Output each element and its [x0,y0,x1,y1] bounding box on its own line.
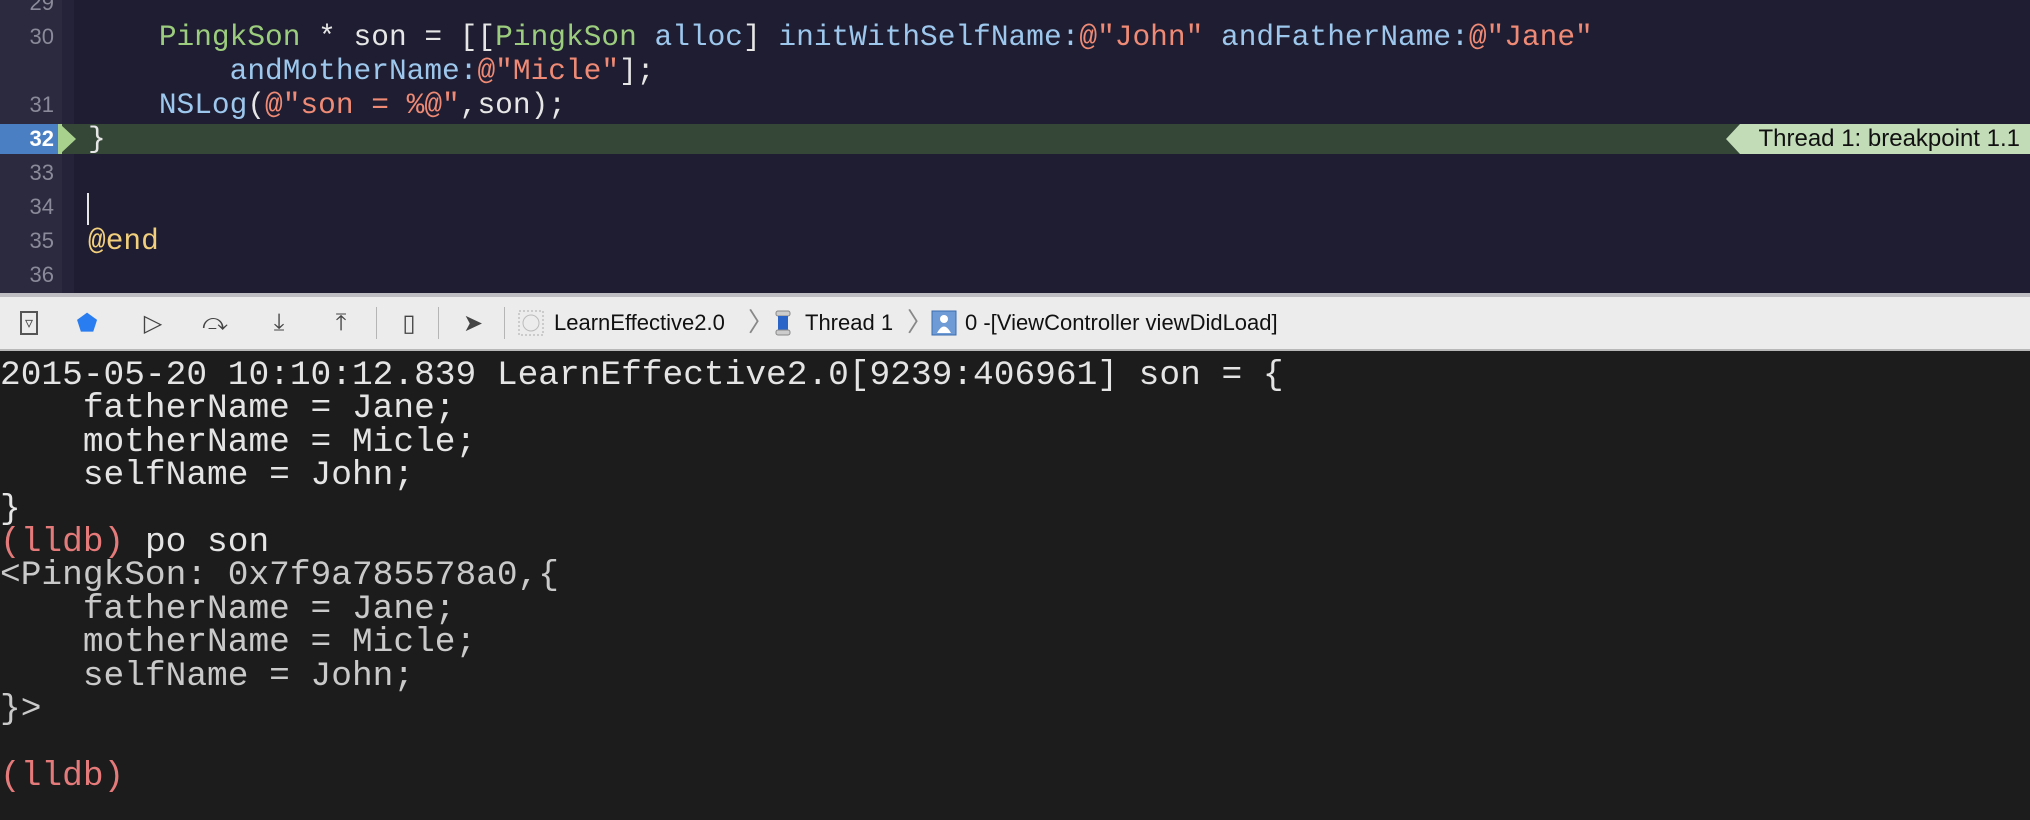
code-token: @"son = %@" [265,88,460,122]
code-line[interactable]: PingkSon * son = [[PingkSon alloc] initW… [88,20,1593,54]
console-text: selfName = John; [0,456,415,496]
line-number[interactable]: 34 [0,190,54,224]
code-token: @"Micle" [477,54,620,88]
console-output-line: selfName = John; [0,456,2030,496]
code-line[interactable]: NSLog(@"son = %@",son); [88,88,566,122]
line-number-label: 29 [29,0,54,15]
line-number[interactable]: 31 [0,88,54,122]
debug-console[interactable]: 2015-05-20 10:10:12.839 LearnEffective2.… [0,351,2030,820]
breakpoint-annotation: Thread 1: breakpoint 1.1 [1726,124,2030,154]
line-number-label: 35 [29,228,54,253]
code-token: alloc [654,20,744,54]
debug-bar: ▿ ⬟ ▷ ⤼ ⤓ ⤒ ▯ ➤ LearnEffective2.0 〉 Thread 1 〉 … [0,293,2030,351]
code-token: ] [743,20,779,54]
divider [504,307,505,339]
code-token: NSLog [158,88,248,122]
code-line[interactable]: } [88,122,106,156]
line-number-gutter[interactable]: 29 30 31 32 33 34 35 36 [0,0,62,293]
step-into-button[interactable]: ⤓ [262,309,296,337]
console-command-line: (lldb) [0,756,2030,796]
code-token: andMotherName: [229,54,478,88]
code-token: ]; [619,54,655,88]
continue-button[interactable]: ▷ [136,309,170,337]
code-token: @"Jane" [1468,20,1593,54]
line-number-label: 30 [29,24,54,49]
line-number[interactable]: 32 [0,124,62,154]
console-output-line: <PingkSon: 0x7f9a785578a0,{ [0,559,2030,594]
step-out-icon: ⤒ [335,309,347,336]
simulate-location-icon: ➤ [462,309,484,337]
console-text: selfName = John; [0,656,415,696]
thread-icon [770,309,796,337]
code-token: PingkSon [495,20,637,54]
breakpoints-toggle-icon: ⬟ [76,309,98,337]
divider [438,307,439,339]
line-number-label: 36 [29,262,54,287]
console-text: }> [0,689,42,729]
instruction-pointer-arrow-icon[interactable] [60,124,76,154]
code-token: * son = [[ [300,20,496,54]
code-token: @end [88,224,159,258]
line-number[interactable]: 29 [0,0,54,20]
breadcrumb-stack-frame[interactable]: 0 -[ViewController viewDidLoad] [965,309,1278,337]
view-hierarchy-icon: ▯ [402,309,416,337]
line-number[interactable]: 33 [0,156,54,190]
continue-icon: ▷ [143,309,163,337]
console-output-line: 2015-05-20 10:10:12.839 LearnEffective2.… [0,358,2030,393]
line-number-label: 33 [29,160,54,185]
breadcrumb-app[interactable]: LearnEffective2.0 [554,309,725,337]
step-into-icon: ⤓ [273,309,285,336]
code-line[interactable]: andMotherName:@"Micle"]; [88,54,655,88]
console-command-line: (lldb) po son [0,525,2030,560]
console-output-line: } [0,492,2030,527]
step-over-button[interactable]: ⤼ [198,309,232,337]
source-editor[interactable]: 29 30 31 32 33 34 35 36 PingkSon * son = [[Ping… [0,0,2030,293]
line-number[interactable]: 35 [0,224,54,258]
code-token: } [88,122,106,156]
hide-debug-area-icon: ▿ [19,311,39,335]
code-token: initWithSelfName: [778,20,1080,54]
view-hierarchy-button[interactable]: ▯ [392,309,426,337]
divider [376,307,377,339]
console-output-line: motherName = Micle; [0,425,2030,460]
line-number[interactable]: 30 [0,20,54,54]
console-output-line: fatherName = Jane; [0,392,2030,427]
code-token: andFatherName: [1221,20,1469,54]
code-line[interactable]: @end [88,224,159,258]
app-icon [516,309,546,337]
code-token: ( [247,88,266,122]
console-output-line: selfName = John; [0,656,2030,696]
line-number[interactable]: 36 [0,258,54,292]
text-cursor [87,193,89,225]
lldb-prompt: (lldb) [0,756,125,796]
step-over-icon: ⤼ [202,309,228,336]
breadcrumb-thread[interactable]: Thread 1 [805,309,893,337]
console-output-line: }> [0,689,2030,729]
stack-frame-user-icon [930,309,958,337]
console-output-line: motherName = Micle; [0,625,2030,660]
simulate-location-button[interactable]: ➤ [456,309,490,337]
code-token: @"John" [1079,20,1204,54]
code-token: PingkSon [158,20,301,54]
line-number-label: 34 [29,194,54,219]
console-output-line: fatherName = Jane; [0,592,2030,627]
code-token: ,son); [459,88,566,122]
breakpoints-toggle-button[interactable]: ⬟ [70,309,104,337]
line-number-label: 31 [29,92,54,117]
step-out-button[interactable]: ⤒ [324,309,358,337]
hide-debug-area-button[interactable]: ▿ [12,309,46,337]
